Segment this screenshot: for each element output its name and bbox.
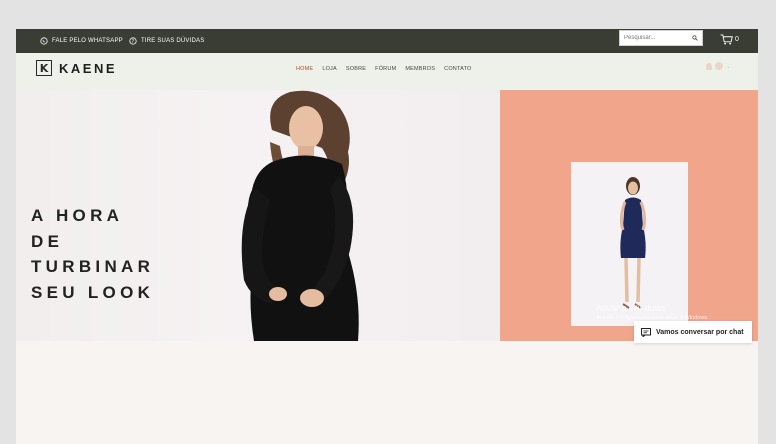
svg-text:?: ? [132,39,135,45]
nav-loja[interactable]: LOJA [322,66,337,72]
whatsapp-link[interactable]: FALE PELO WHATSAPP [40,29,123,53]
cart-icon [720,33,733,45]
search-input[interactable] [624,35,692,41]
whatsapp-label: FALE PELO WHATSAPP [52,38,123,44]
hero-banner: A HORA DE TURBINAR SEU LOOK [16,90,500,341]
nav-home[interactable]: HOME [296,66,313,72]
avatar[interactable] [715,62,723,70]
watermark-title: Ativar o Windows [596,303,666,313]
page-content [16,341,758,444]
site-header: K KAENE HOME LOJA SOBRE FÓRUM MEMBROS CO… [16,53,758,90]
nav-sobre[interactable]: SOBRE [346,66,366,72]
user-menu[interactable]: ⌄ [706,62,731,70]
product-image[interactable] [571,162,688,326]
nav-forum[interactable]: FÓRUM [375,66,396,72]
help-link[interactable]: ? TIRE SUAS DÚVIDAS [129,29,204,53]
hero-section: A HORA DE TURBINAR SEU LOOK Ativar o Win… [16,90,758,341]
main-nav: HOME LOJA SOBRE FÓRUM MEMBROS CONTATO [296,66,472,72]
chevron-down-icon: ⌄ [726,63,732,70]
top-bar: FALE PELO WHATSAPP ? TIRE SUAS DÚVIDAS 0 [16,29,758,53]
hero-headline: A HORA DE TURBINAR SEU LOOK [31,206,155,302]
nav-membros[interactable]: MEMBROS [405,66,435,72]
logo-mark: K [36,60,52,76]
help-label: TIRE SUAS DÚVIDAS [141,38,205,44]
chat-label: Vamos conversar por chat [656,328,744,336]
model-photo [241,90,359,341]
search-icon[interactable] [692,34,698,42]
site-frame: FALE PELO WHATSAPP ? TIRE SUAS DÚVIDAS 0… [16,29,758,444]
logo-text: KAENE [59,60,118,76]
cart-count: 0 [735,35,739,43]
chat-icon [641,327,651,337]
search-box [619,30,703,46]
product-photo [619,177,647,309]
chat-button[interactable]: Vamos conversar por chat [634,321,752,343]
whatsapp-icon [40,37,48,45]
nav-contato[interactable]: CONTATO [444,66,471,72]
logo[interactable]: K KAENE [36,59,117,77]
bell-icon[interactable] [706,62,712,70]
cart-button[interactable]: 0 [720,32,739,46]
question-icon: ? [129,37,137,45]
windows-activation-watermark: Ativar o Windows Acesse Configurações pa… [596,303,709,321]
